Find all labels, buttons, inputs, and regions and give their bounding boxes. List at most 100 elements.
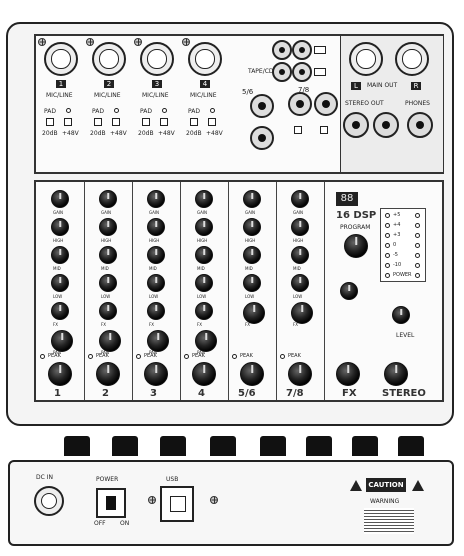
channel-knob[interactable]: [99, 330, 121, 352]
channel-knob[interactable]: [51, 190, 69, 208]
level-knob[interactable]: [288, 362, 312, 386]
pad-switch[interactable]: [46, 118, 54, 126]
knob-cap: [64, 436, 90, 456]
knob-label: FX: [101, 322, 107, 327]
channel-knob[interactable]: [99, 190, 117, 208]
meter-label: +3: [393, 232, 401, 238]
main-level-knob[interactable]: [384, 362, 408, 386]
channel-knob[interactable]: [195, 190, 213, 208]
channel-knob[interactable]: [195, 274, 213, 292]
tape-switch-2[interactable]: [314, 68, 326, 76]
channel-knob[interactable]: [243, 218, 261, 236]
main-out-left-xlr[interactable]: [349, 42, 383, 76]
top-screw: [134, 38, 142, 46]
top-screw: [86, 38, 94, 46]
ch56-right-jack[interactable]: [250, 126, 274, 150]
level-knob[interactable]: [144, 362, 168, 386]
ch78-left-jack[interactable]: [288, 92, 312, 116]
phantom-switch[interactable]: [160, 118, 168, 126]
stereo-out-right-jack[interactable]: [373, 112, 399, 138]
level-knob[interactable]: [240, 362, 264, 386]
channel-knob[interactable]: [243, 302, 265, 324]
channel-knob[interactable]: [291, 302, 313, 324]
mic-line-combo-input[interactable]: [140, 42, 174, 76]
knob-label: HIGH: [101, 238, 112, 243]
channel-number-tag: 1: [56, 80, 66, 88]
ch78-switch-2[interactable]: [320, 126, 328, 134]
knob-label: GAIN: [293, 210, 304, 215]
pad-value-label: 20dB: [90, 130, 106, 137]
power-rocker[interactable]: [106, 496, 116, 510]
dc-in-connector[interactable]: [34, 486, 64, 516]
phantom-switch[interactable]: [208, 118, 216, 126]
tape-out-right-jack[interactable]: [292, 62, 312, 82]
tape-switch-1[interactable]: [314, 46, 326, 54]
channel-knob[interactable]: [51, 330, 73, 352]
ch56-left-jack[interactable]: [250, 94, 274, 118]
mic-line-combo-input[interactable]: [188, 42, 222, 76]
channel-knob[interactable]: [147, 330, 169, 352]
channel-knob[interactable]: [147, 302, 165, 320]
channel-knob[interactable]: [291, 218, 309, 236]
channel-knob[interactable]: [99, 246, 117, 264]
fx-level-knob[interactable]: [336, 362, 360, 386]
fx-knob[interactable]: [340, 282, 358, 300]
channel-knob[interactable]: [195, 302, 213, 320]
tape-out-left-jack[interactable]: [272, 62, 292, 82]
mic-line-combo-input[interactable]: [92, 42, 126, 76]
channel-knob[interactable]: [99, 218, 117, 236]
channel-knob[interactable]: [147, 274, 165, 292]
channel-knob[interactable]: [243, 274, 261, 292]
knob-label: GAIN: [149, 210, 160, 215]
pad-label: PAD: [188, 108, 200, 115]
pad-switch[interactable]: [94, 118, 102, 126]
channel-knob[interactable]: [147, 218, 165, 236]
channel-knob[interactable]: [51, 274, 69, 292]
tape-in-left-jack[interactable]: [272, 40, 292, 60]
channel-knob[interactable]: [243, 246, 261, 264]
knob-label: MID: [293, 266, 301, 271]
mixer-body: 1 MIC/LINE PAD 20dB +48V 2 MIC/LINE PAD …: [6, 22, 454, 426]
meter-led: [385, 273, 390, 278]
pad-switch[interactable]: [142, 118, 150, 126]
phantom-switch[interactable]: [112, 118, 120, 126]
mic-line-label: MIC/LINE: [142, 92, 169, 99]
usb-port[interactable]: [160, 486, 194, 522]
channel-knob[interactable]: [291, 190, 309, 208]
channel-knob[interactable]: [195, 218, 213, 236]
peak-led: [136, 354, 141, 359]
phones-jack[interactable]: [407, 112, 433, 138]
level-knob[interactable]: [48, 362, 72, 386]
channel-knob[interactable]: [195, 246, 213, 264]
channel-knob[interactable]: [291, 274, 309, 292]
channel-knob[interactable]: [99, 302, 117, 320]
channel-knob[interactable]: [195, 330, 217, 352]
level-knob[interactable]: [192, 362, 216, 386]
phones-level-knob[interactable]: [392, 306, 410, 324]
pad-value-label: 20dB: [42, 130, 58, 137]
stereo-out-left-jack[interactable]: [343, 112, 369, 138]
pad-switch[interactable]: [190, 118, 198, 126]
channel-knob[interactable]: [51, 218, 69, 236]
ch78-right-jack[interactable]: [314, 92, 338, 116]
power-on-label: ON: [120, 520, 130, 527]
mic-line-combo-input[interactable]: [44, 42, 78, 76]
knob-label: HIGH: [53, 238, 64, 243]
channel-knob[interactable]: [51, 246, 69, 264]
channel-knob[interactable]: [147, 246, 165, 264]
ch78-switch-1[interactable]: [294, 126, 302, 134]
top-screw: [38, 38, 46, 46]
main-out-right-xlr[interactable]: [395, 42, 429, 76]
phantom-switch[interactable]: [64, 118, 72, 126]
level-knob[interactable]: [96, 362, 120, 386]
program-knob[interactable]: [344, 234, 368, 258]
meter-led: [415, 223, 420, 228]
power-switch[interactable]: [96, 488, 126, 518]
channel-knob[interactable]: [99, 274, 117, 292]
channel-knob[interactable]: [51, 302, 69, 320]
channel-knob[interactable]: [147, 190, 165, 208]
tape-in-right-jack[interactable]: [292, 40, 312, 60]
channel-knob[interactable]: [291, 246, 309, 264]
channel-knob[interactable]: [243, 190, 261, 208]
usb-label: USB: [166, 476, 179, 483]
